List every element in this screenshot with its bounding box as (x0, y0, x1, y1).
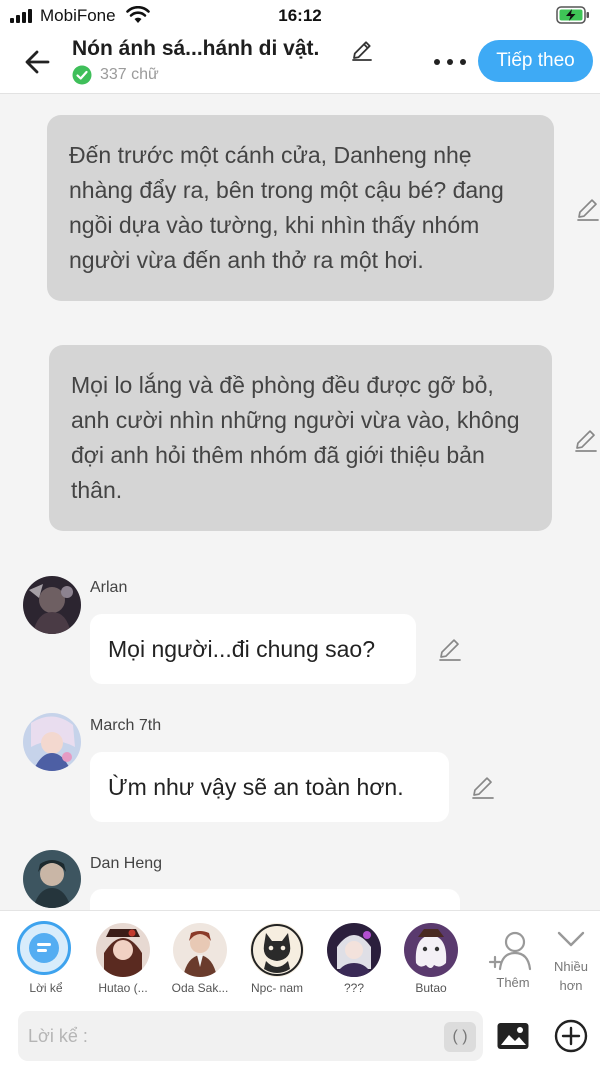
narrator-icon (17, 921, 71, 975)
check-circle-icon (72, 65, 92, 85)
add-character-label: Thêm (496, 975, 530, 990)
character-name: Arlan (90, 579, 128, 596)
add-character-button[interactable]: Thêm (483, 927, 543, 997)
character-label: Npc- nam (250, 981, 303, 995)
character-oda-sakunosuke[interactable]: Oda Sak... (162, 923, 238, 1001)
narration-bubble[interactable]: Mọi lo lắng và đề phòng đều được gỡ bỏ, … (49, 345, 552, 531)
edit-pencil-icon[interactable] (470, 774, 496, 800)
dialogue-bubble[interactable]: Ừm như vậy sẽ an toàn hơn. (90, 752, 449, 822)
character-npc-nam[interactable]: Npc- nam (239, 923, 315, 1001)
edit-title-pencil-icon[interactable] (350, 38, 374, 62)
compose-panel: Lời kể Hutao (... Oda Sak... Npc- nam ??… (0, 910, 600, 1067)
character-label: Butao (415, 981, 447, 995)
edit-pencil-icon[interactable] (437, 636, 463, 662)
word-count-label: 337 chữ (100, 66, 159, 83)
narration-text: Đến trước một cánh cửa, Danheng nhẹ nhàn… (69, 142, 504, 273)
image-icon[interactable] (496, 1021, 530, 1051)
editor-header: Nón ánh sá...hánh di vật. 337 chữ Tiếp t… (0, 30, 600, 94)
add-plus-icon[interactable] (554, 1019, 588, 1053)
character-label: ??? (343, 981, 365, 995)
edit-pencil-icon[interactable] (573, 427, 599, 453)
story-title[interactable]: Nón ánh sá...hánh di vật. (72, 37, 319, 61)
chevron-down-icon (557, 931, 585, 947)
avatar-hutao (96, 923, 150, 977)
clock: 16:12 (278, 6, 322, 25)
character-hutao[interactable]: Hutao (... (85, 923, 161, 1001)
character-label: Hutao (... (98, 981, 148, 995)
narration-text: Mọi lo lắng và đề phòng đều được gỡ bỏ, … (71, 372, 520, 503)
dialogue-text: Mọi người...đi chung sao? (108, 636, 376, 662)
add-person-icon (488, 931, 532, 971)
character-label: Oda Sak... (171, 981, 229, 995)
character-name: March 7th (90, 717, 162, 734)
back-arrow-icon[interactable] (20, 42, 60, 82)
parenthesis-button[interactable]: ( ) (444, 1022, 476, 1052)
edit-pencil-icon[interactable] (575, 196, 600, 222)
character-butao[interactable]: Butao (393, 923, 469, 1001)
status-bar: MobiFone 16:12 (0, 0, 600, 30)
more-characters-label-line1: Nhiều (554, 959, 588, 974)
more-options-icon[interactable] (430, 50, 470, 74)
avatar-npc-nam (250, 923, 304, 977)
dialogue-text: Ừm như vậy sẽ an toàn hơn. (108, 774, 404, 800)
narration-bubble[interactable]: Đến trước một cánh cửa, Danheng nhẹ nhàn… (47, 115, 554, 301)
battery-charging-icon (556, 6, 589, 24)
dialogue-bubble[interactable]: Mọi người...đi chung sao? (90, 614, 416, 684)
avatar-unknown (327, 923, 381, 977)
avatar-march-7th[interactable] (23, 713, 81, 771)
avatar-dan-heng[interactable] (23, 850, 81, 908)
character-label: Lời kể (29, 981, 63, 995)
character-narrator[interactable]: Lời kể (8, 921, 84, 1001)
more-characters-button[interactable]: Nhiều hơn (541, 927, 600, 997)
narration-input[interactable] (28, 1019, 428, 1053)
narration-input-box[interactable]: ( ) (18, 1011, 483, 1061)
avatar-butao (404, 923, 458, 977)
avatar-oda-sakunosuke (173, 923, 227, 977)
avatar-arlan[interactable] (23, 576, 81, 634)
character-name: Dan Heng (90, 855, 163, 872)
character-unknown[interactable]: ??? (316, 923, 392, 1001)
more-characters-label-line2: hơn (559, 978, 583, 993)
next-button[interactable]: Tiếp theo (478, 40, 593, 82)
